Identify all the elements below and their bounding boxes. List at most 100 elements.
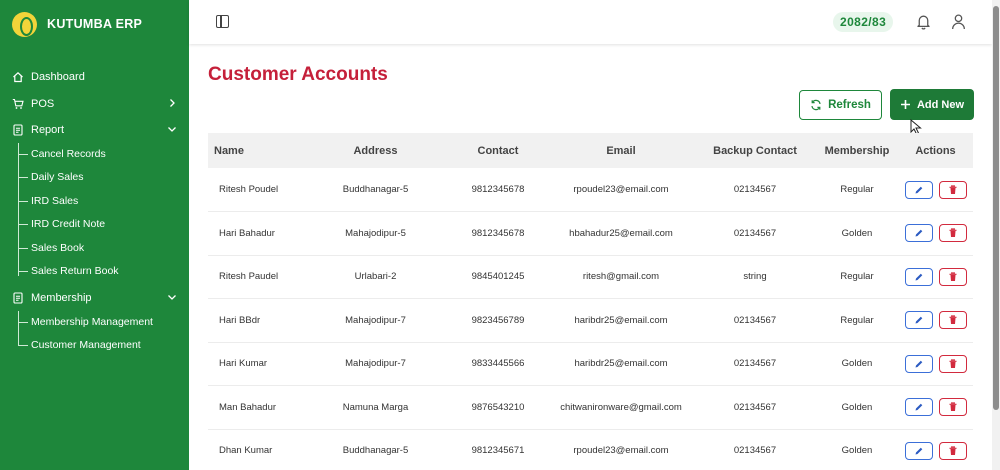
sidebar-item-pos[interactable]: POS — [12, 94, 178, 114]
sidebar-item-report[interactable]: Report — [12, 120, 178, 140]
membership-cell: Regular — [816, 255, 898, 299]
user-icon[interactable] — [950, 13, 967, 30]
sidebar-toggle-icon[interactable] — [216, 15, 229, 28]
sidebar-item-label: Report — [31, 124, 65, 136]
customer-accounts-table: Name Address Contact Email Backup Contac… — [208, 133, 973, 470]
edit-button[interactable] — [904, 441, 933, 460]
table-row[interactable]: Ritesh Poudel Buddhanagar-5 9812345678 rpou… — [208, 168, 973, 212]
membership-cell: Regular — [816, 168, 898, 212]
address-cell: Mahajodipur-7 — [303, 298, 448, 343]
email-cell: hbahadur25@email.com — [548, 211, 694, 256]
address-cell: Mahajodipur-5 — [303, 211, 448, 256]
refresh-button[interactable]: Refresh — [799, 90, 882, 120]
sidebar-item-dashboard[interactable]: Dashboard — [12, 67, 178, 87]
pencil-icon — [914, 359, 924, 369]
email-cell: ritesh@gmail.com — [548, 255, 694, 299]
name-cell: Hari Bahadur — [208, 211, 303, 256]
edit-button[interactable] — [904, 398, 933, 417]
trash-icon — [948, 315, 958, 325]
column-header-name[interactable]: Name — [208, 133, 303, 168]
delete-button[interactable] — [938, 267, 967, 286]
brand[interactable]: KUTUMBA ERP — [12, 11, 142, 37]
table-row[interactable]: Ritesh Paudel Urlabari-2 9845401245 ritesh@… — [208, 255, 973, 299]
sidebar-subitem-ird-credit-note[interactable]: IRD Credit Note — [19, 214, 105, 234]
pencil-icon — [914, 446, 924, 456]
backup-contact-cell: 02134567 — [694, 211, 816, 256]
membership-cell: Golden — [816, 385, 898, 430]
contact-cell: 9833445566 — [448, 342, 548, 386]
table-row[interactable]: Hari Bahadur Mahajodipur-5 9812345678 hbaha… — [208, 211, 973, 256]
table-row[interactable]: Man Bahadur Namuna Marga 9876543210 chitwan… — [208, 385, 973, 430]
pencil-icon — [914, 228, 924, 238]
sidebar-item-label: Membership — [31, 292, 92, 304]
delete-button[interactable] — [938, 398, 967, 417]
delete-button[interactable] — [938, 180, 967, 199]
email-cell: rpoudel23@email.com — [548, 168, 694, 212]
sidebar-subitem-daily-sales[interactable]: Daily Sales — [19, 167, 84, 187]
backup-contact-cell: 02134567 — [694, 429, 816, 470]
scrollbar[interactable] — [992, 0, 1000, 470]
table-row[interactable]: Hari BBdr Mahajodipur-7 9823456789 haribdr2… — [208, 298, 973, 343]
bell-icon[interactable] — [915, 13, 932, 30]
trash-icon — [948, 272, 958, 282]
actions-cell — [898, 298, 973, 343]
brand-logo-icon — [12, 11, 37, 37]
backup-contact-cell: 02134567 — [694, 342, 816, 386]
table-body: Ritesh Poudel Buddhanagar-5 9812345678 rpou… — [208, 168, 973, 470]
delete-button[interactable] — [938, 311, 967, 330]
cart-icon — [12, 98, 24, 110]
trash-icon — [948, 359, 958, 369]
address-cell: Urlabari-2 — [303, 255, 448, 299]
fiscal-year-badge[interactable]: 2082/83 — [833, 12, 894, 32]
delete-button[interactable] — [938, 441, 967, 460]
contact-cell: 9812345678 — [448, 168, 548, 212]
plus-icon — [900, 100, 910, 109]
table-row[interactable]: Dhan Kumar Buddhanagar-5 9812345671 rpoudel… — [208, 429, 973, 470]
column-header-address[interactable]: Address — [303, 133, 448, 168]
email-cell: chitwanironware@gmail.com — [548, 385, 694, 430]
address-cell: Buddhanagar-5 — [303, 429, 448, 470]
column-header-membership[interactable]: Membership — [816, 133, 898, 168]
edit-button[interactable] — [904, 224, 933, 243]
contact-cell: 9812345671 — [448, 429, 548, 470]
page-title: Customer Accounts — [208, 64, 388, 85]
sidebar-item-label: POS — [31, 98, 55, 110]
edit-button[interactable] — [904, 180, 933, 199]
trash-icon — [948, 228, 958, 238]
edit-button[interactable] — [904, 267, 933, 286]
sidebar-subitem-membership-management[interactable]: Membership Management — [19, 312, 153, 332]
scrollbar-thumb[interactable] — [993, 6, 999, 410]
column-header-backup-contact[interactable]: Backup Contact — [694, 133, 816, 168]
sidebar-item-membership[interactable]: Membership — [12, 288, 178, 308]
edit-button[interactable] — [904, 311, 933, 330]
name-cell: Hari BBdr — [208, 298, 303, 343]
address-cell: Namuna Marga — [303, 385, 448, 430]
delete-button[interactable] — [938, 354, 967, 373]
membership-icon — [12, 292, 24, 304]
contact-cell: 9823456789 — [448, 298, 548, 343]
column-header-actions: Actions — [898, 133, 973, 168]
sidebar-subitem-ird-sales[interactable]: IRD Sales — [19, 191, 78, 211]
pencil-icon — [914, 402, 924, 412]
name-cell: Ritesh Poudel — [208, 168, 303, 212]
membership-cell: Golden — [816, 211, 898, 256]
sidebar-subitem-customer-management[interactable]: Customer Management — [19, 335, 141, 355]
column-header-contact[interactable]: Contact — [448, 133, 548, 168]
sidebar: KUTUMBA ERP Dashboard POS Report Cancel … — [0, 0, 189, 470]
actions-cell — [898, 168, 973, 212]
email-cell: rpoudel23@email.com — [548, 429, 694, 470]
address-cell: Buddhanagar-5 — [303, 168, 448, 212]
add-new-button[interactable]: Add New — [890, 89, 974, 120]
chevron-right-icon — [170, 99, 175, 107]
sidebar-subitem-cancel-records[interactable]: Cancel Records — [19, 144, 106, 164]
sidebar-subitem-sales-book[interactable]: Sales Book — [19, 238, 84, 258]
name-cell: Man Bahadur — [208, 385, 303, 430]
table-header-row: Name Address Contact Email Backup Contac… — [208, 133, 973, 168]
top-bar: 2082/83 — [189, 0, 992, 44]
column-header-email[interactable]: Email — [548, 133, 694, 168]
delete-button[interactable] — [938, 224, 967, 243]
membership-cell: Golden — [816, 342, 898, 386]
sidebar-subitem-sales-return-book[interactable]: Sales Return Book — [19, 261, 119, 281]
edit-button[interactable] — [904, 354, 933, 373]
table-row[interactable]: Hari Kumar Mahajodipur-7 9833445566 haribdr… — [208, 342, 973, 386]
